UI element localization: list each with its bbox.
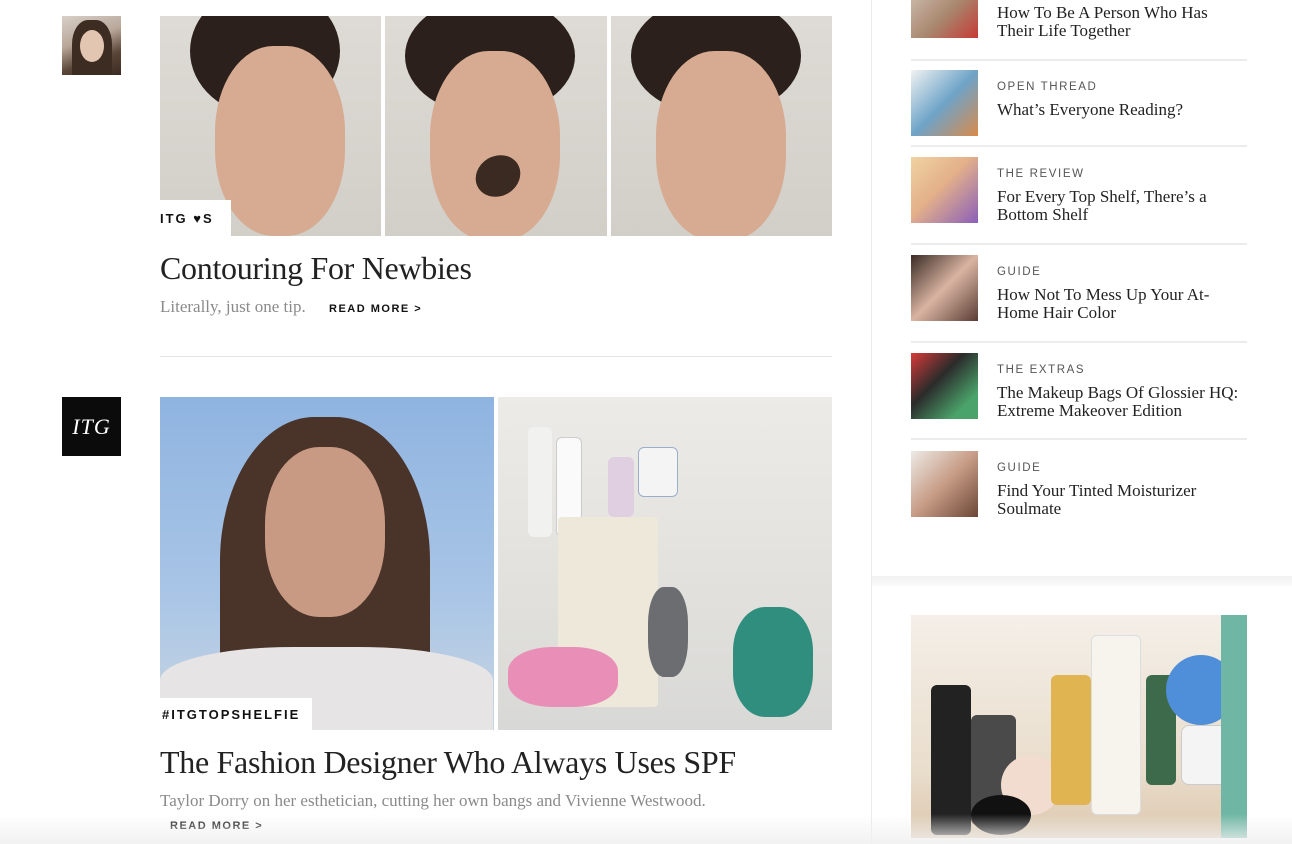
rail-item-kicker[interactable]: OPEN THREAD	[997, 81, 1097, 93]
rail-divider	[911, 341, 1247, 343]
rail-item-thumbnail[interactable]	[911, 157, 978, 223]
rail-border	[871, 0, 872, 844]
rail-item-kicker[interactable]: THE REVIEW	[997, 168, 1085, 180]
post-category-tag[interactable]: #ITGTOPSHELFIE	[160, 698, 312, 730]
rail-divider	[911, 145, 1247, 147]
rail-item-thumbnail[interactable]	[911, 353, 978, 419]
avatar-face-shape	[80, 30, 104, 62]
read-more-link[interactable]: READ MORE >	[170, 820, 263, 832]
post-category-tag[interactable]: ITG ♥S	[160, 200, 231, 236]
rail-item-thumbnail[interactable]	[911, 70, 978, 136]
rail-section-gap	[872, 576, 1292, 586]
itg-logo-text: ITG	[72, 413, 111, 439]
rail-item-headline[interactable]: Find Your Tinted Moisturizer Soulmate	[997, 482, 1247, 518]
rail-divider	[911, 438, 1247, 440]
promo-product-image[interactable]	[911, 615, 1247, 838]
author-avatar[interactable]	[62, 16, 121, 75]
itg-logo-avatar[interactable]: ITG	[62, 397, 121, 456]
read-more-link[interactable]: READ MORE >	[329, 303, 422, 315]
rail-item-headline[interactable]: For Every Top Shelf, There’s a Bottom Sh…	[997, 188, 1247, 224]
rail-item-headline[interactable]: How To Be A Person Who Has Their Life To…	[997, 4, 1247, 40]
rail-item-headline[interactable]: How Not To Mess Up Your At-Home Hair Col…	[997, 286, 1247, 322]
post-title[interactable]: The Fashion Designer Who Always Uses SPF	[160, 744, 736, 781]
post-hero-image-contouring[interactable]	[160, 16, 832, 236]
rail-item-headline[interactable]: What’s Everyone Reading?	[997, 101, 1247, 119]
rail-item-headline[interactable]: The Makeup Bags Of Glossier HQ: Extreme …	[997, 384, 1247, 420]
hero-panel-vanity	[498, 397, 832, 730]
hero-panel-3	[610, 16, 832, 236]
hero-panel-2	[385, 16, 607, 236]
hero-panel-portrait	[160, 397, 494, 730]
rail-divider	[911, 59, 1247, 61]
rail-item-thumbnail[interactable]	[911, 255, 978, 321]
post-dek: Literally, just one tip.	[160, 297, 306, 316]
rail-item-kicker[interactable]: THE EXTRAS	[997, 364, 1085, 376]
rail-divider	[911, 243, 1247, 245]
post-divider	[160, 356, 832, 357]
post-hero-image-topshelfie[interactable]	[160, 397, 832, 730]
post-dek: Taylor Dorry on her esthetician, cutting…	[160, 791, 706, 810]
rail-item-thumbnail[interactable]	[911, 0, 978, 38]
rail-item-thumbnail[interactable]	[911, 451, 978, 517]
rail-item-kicker[interactable]: GUIDE	[997, 266, 1041, 278]
post-title[interactable]: Contouring For Newbies	[160, 250, 472, 287]
rail-item-kicker[interactable]: GUIDE	[997, 462, 1041, 474]
